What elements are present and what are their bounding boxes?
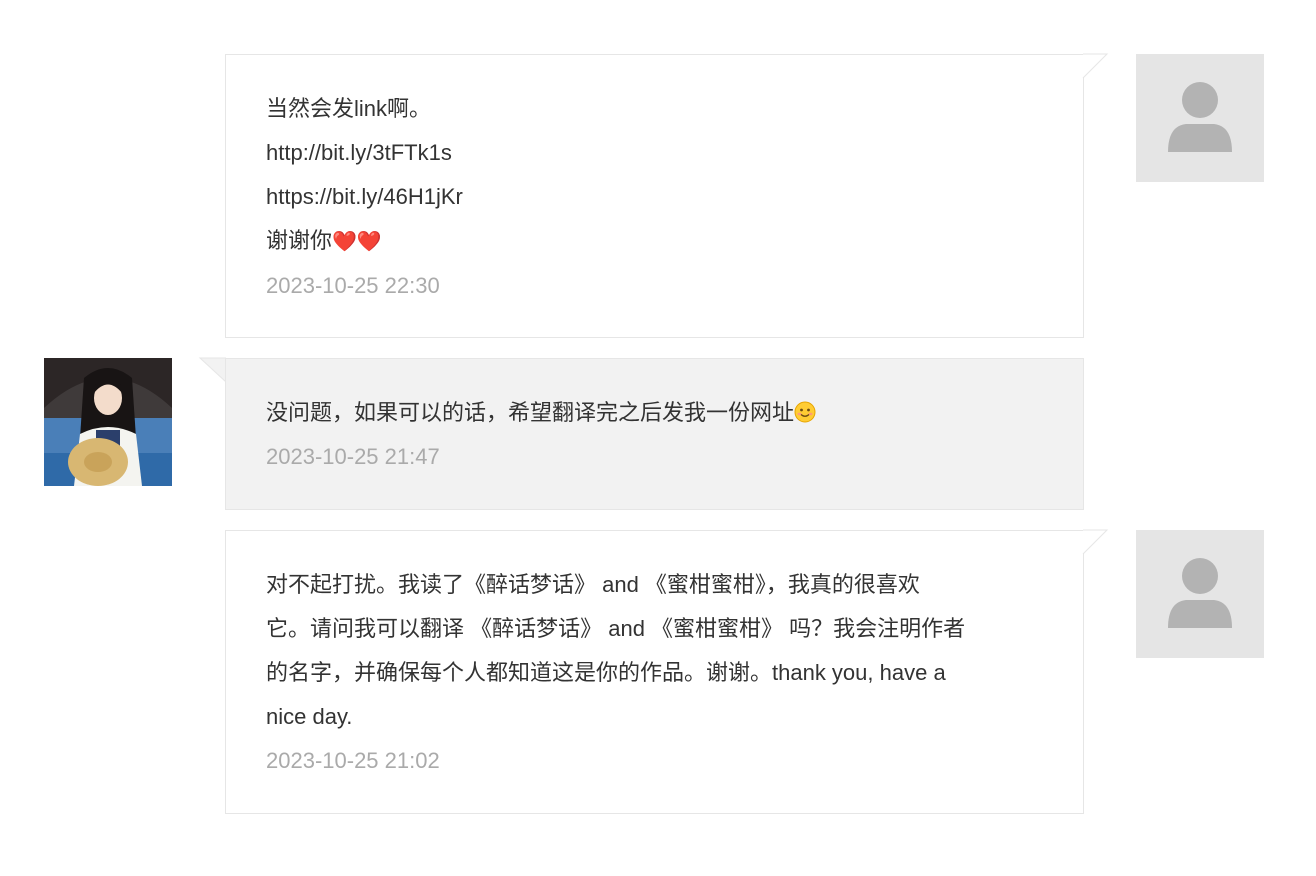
message-text-line: 的名字，并确保每个人都知道这是你的作品。谢谢。thank you, have a (266, 660, 946, 685)
smiling-face-emoji-icon (794, 401, 816, 423)
avatar[interactable] (44, 358, 172, 486)
message-text-line: 当然会发link啊。 (266, 96, 432, 121)
default-user-icon (1168, 558, 1232, 628)
message-bubble-received: 没问题，如果可以的话，希望翻译完之后发我一份网址 2023-10-25 21:4… (225, 358, 1084, 510)
message-link[interactable]: https://bit.ly/46H1jKr (266, 175, 1043, 219)
message-link[interactable]: http://bit.ly/3tFTk1s (266, 131, 1043, 175)
message-timestamp: 2023-10-25 22:30 (266, 273, 440, 298)
message-bubble-sent: 对不起打扰。我读了《醉话梦话》 and 《蜜柑蜜柑》，我真的很喜欢 它。请问我可… (225, 530, 1084, 814)
message-thread: 当然会发link啊。 http://bit.ly/3tFTk1s https:/… (0, 0, 1316, 876)
message-text-line: 谢谢你❤️❤️ (266, 219, 1043, 264)
heart-emoji-icon: ❤️❤️ (332, 231, 382, 253)
message-text: 没问题，如果可以的话，希望翻译完之后发我一份网址 (266, 400, 795, 425)
bubble-tail (1082, 529, 1109, 555)
default-user-icon (1168, 82, 1232, 152)
avatar[interactable] (1136, 54, 1264, 182)
message-bubble-sent: 当然会发link啊。 http://bit.ly/3tFTk1s https:/… (225, 54, 1084, 338)
message-timestamp: 2023-10-25 21:02 (266, 748, 440, 773)
message-text-line: 没问题，如果可以的话，希望翻译完之后发我一份网址 (266, 391, 1043, 435)
message-text-line: nice day. (266, 704, 353, 729)
avatar[interactable] (1136, 530, 1264, 658)
message-text-line: 对不起打扰。我读了《醉话梦话》 and 《蜜柑蜜柑》，我真的很喜欢 (266, 572, 920, 597)
bubble-tail (1082, 53, 1109, 79)
message-text: 谢谢你 (266, 228, 333, 253)
bubble-tail (198, 357, 227, 383)
message-text-line: 它。请问我可以翻译 《醉话梦话》 and 《蜜柑蜜柑》 吗？我会注明作者 (266, 616, 966, 641)
message-timestamp: 2023-10-25 21:47 (266, 444, 440, 469)
girl-with-umbrella-avatar-icon (44, 358, 172, 486)
